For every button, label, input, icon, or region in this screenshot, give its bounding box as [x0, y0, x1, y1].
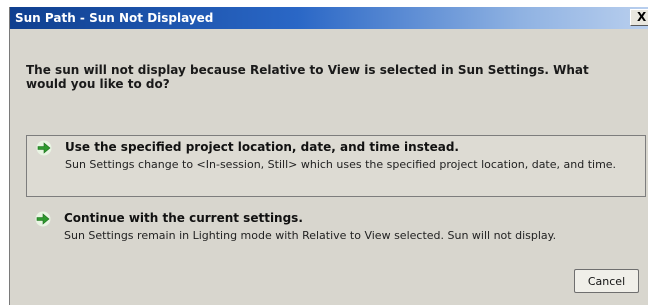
command-link-continue-current[interactable]: Continue with the current settings. Sun …: [26, 207, 646, 249]
task-dialog: Sun Path - Sun Not Displayed X The sun w…: [9, 7, 648, 305]
green-arrow-icon: [35, 211, 51, 227]
command-link-heading: Use the specified project location, date…: [65, 140, 459, 154]
main-instruction: The sun will not display because Relativ…: [26, 63, 589, 91]
command-link-heading: Continue with the current settings.: [64, 211, 303, 225]
close-button[interactable]: X: [630, 9, 648, 26]
green-arrow-icon: [36, 140, 52, 156]
close-icon: X: [637, 10, 647, 24]
title-bar: Sun Path - Sun Not Displayed X: [10, 7, 648, 29]
window-title: Sun Path - Sun Not Displayed: [15, 11, 214, 25]
cancel-button[interactable]: Cancel: [574, 269, 639, 293]
command-link-use-specified-location[interactable]: Use the specified project location, date…: [26, 135, 646, 197]
command-link-description: Sun Settings change to <In-session, Stil…: [65, 158, 617, 171]
command-link-description: Sun Settings remain in Lighting mode wit…: [64, 229, 557, 242]
